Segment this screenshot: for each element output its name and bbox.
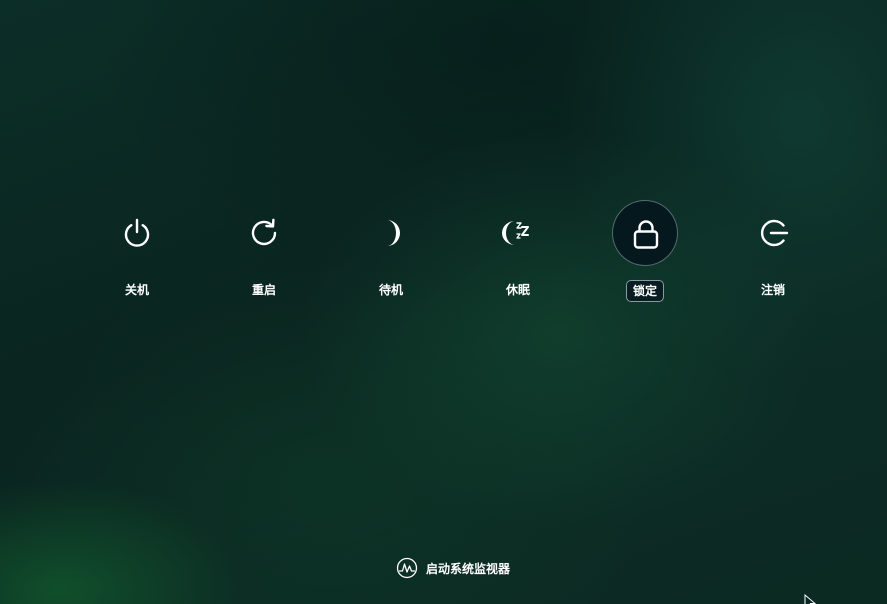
lock-label: 锁定 [600,280,690,302]
restart-label: 重启 [251,283,276,297]
logout-icon [761,219,789,247]
logout-label: 注销 [760,283,785,297]
power-icon [124,218,150,247]
lock-button[interactable]: 锁定 [600,200,690,308]
system-monitor-label: 启动系统监视器 [426,561,511,576]
standby-icon-wrap [358,200,424,266]
shutdown-icon-wrap [104,200,170,266]
logout-button[interactable]: 注销 [728,200,818,308]
restart-button[interactable]: 重启 [219,200,309,308]
logout-icon-wrap [740,200,806,266]
lock-icon [633,220,659,249]
standby-label: 待机 [378,283,403,297]
standby-button[interactable]: 待机 [346,200,436,308]
hibernate-label: 休眠 [505,283,530,297]
system-monitor-icon [396,557,418,579]
restart-icon-wrap [231,200,297,266]
hibernate-icon-wrap [485,200,551,266]
hibernate-button[interactable]: 休眠 [473,200,563,308]
lock-icon-wrap [612,200,678,266]
restart-icon [251,218,277,246]
power-actions: 关机 重启 待机 休眠 锁定 注销 [0,0,887,604]
shutdown-label: 关机 [124,283,149,297]
shutdown-button[interactable]: 关机 [92,200,182,308]
mouse-pointer-icon [804,594,816,604]
hibernate-icon [502,221,529,245]
standby-moon-icon [387,220,400,246]
system-monitor-button[interactable]: 启动系统监视器 [396,556,510,580]
lock-label-text: 锁定 [625,280,664,302]
